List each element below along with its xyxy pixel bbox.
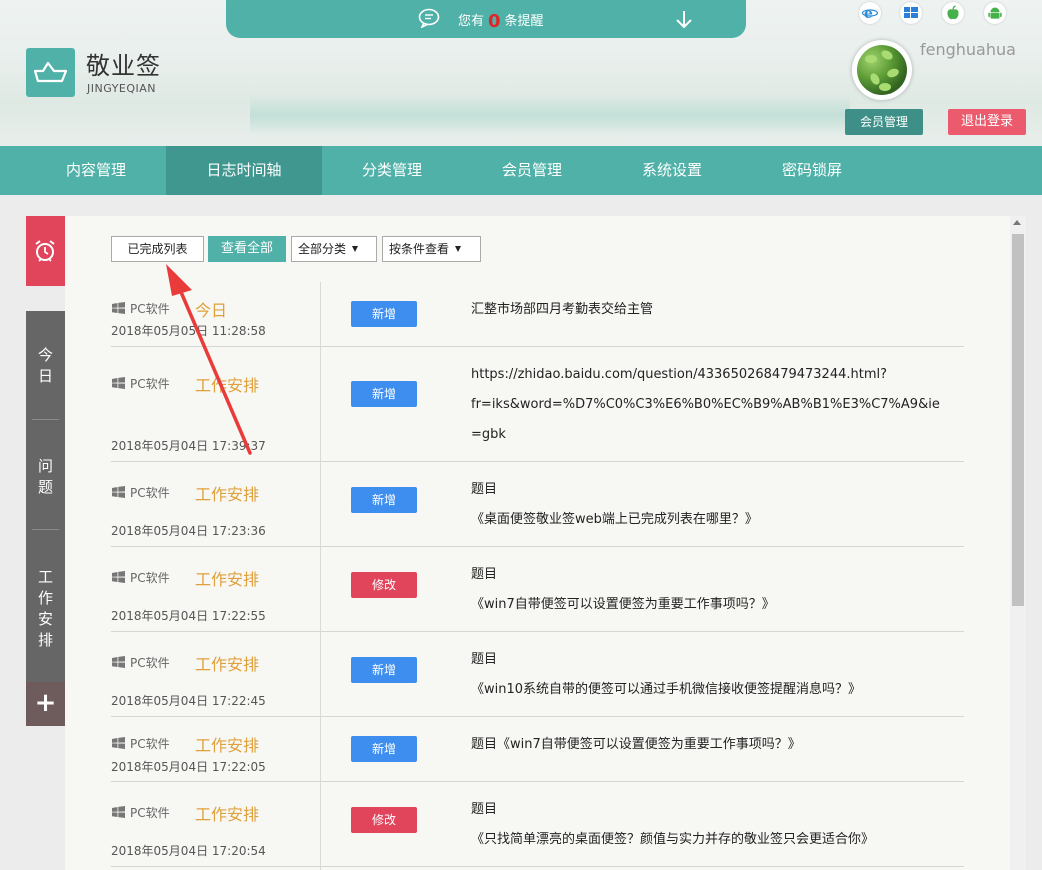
member-management-button[interactable]: 会员管理 [845,109,923,135]
entry-time: 2018年05月04日 17:22:55 [111,609,266,623]
side-tab-work-plan[interactable]: 工作安排 [26,567,65,651]
row-divider [111,461,964,462]
entry-content[interactable]: 题目 《win7自带便签可以设置便签为重要工作事项吗？》 [471,560,775,620]
nav-content-management[interactable]: 内容管理 [26,146,166,195]
brand-subtitle: JINGYEQIAN [87,82,157,95]
windows-icon [112,571,125,583]
logo-icon [33,61,68,83]
view-all-button[interactable]: 查看全部 [208,236,286,262]
alarm-tab[interactable] [26,216,65,286]
dropdown-caret-icon [455,246,462,252]
entry-category[interactable]: 工作安排 [195,372,259,396]
row-divider [111,346,964,347]
logout-button[interactable]: 退出登录 [948,109,1026,135]
entry-tag: 新增 [351,657,417,683]
side-tab-divider [32,419,59,420]
entry-tag: 修改 [351,572,417,598]
scrollbar-thumb[interactable] [1012,234,1024,606]
entry-tag: 新增 [351,381,417,407]
arrow-down-icon[interactable] [674,8,694,30]
entry-tag: 新增 [351,301,417,327]
side-tab-divider [32,529,59,530]
entry-source: PC软件 [111,654,170,671]
windows-icon [112,656,125,668]
nav-member-management[interactable]: 会员管理 [462,146,602,195]
main-nav: 内容管理 日志时间轴 分类管理 会员管理 系统设置 密码锁屏 [0,146,1042,195]
windows-icon [112,377,125,389]
entry-category[interactable]: 今日 [195,297,227,321]
entry-content[interactable]: 题目 《win10系统自带的便签可以通过手机微信接收便签提醒消息吗？》 [471,645,861,705]
entry-source: PC软件 [111,375,170,392]
entry-source: PC软件 [111,569,170,586]
windows-icon [112,302,125,314]
row-divider [111,716,964,717]
entry-time: 2018年05月04日 17:22:45 [111,694,266,708]
dropdown-caret-icon [352,246,359,252]
entry-category[interactable]: 工作安排 [195,481,259,505]
add-category-button[interactable]: + [26,682,65,726]
header-background [250,95,850,135]
svg-text:e: e [864,6,873,21]
scroll-up-arrow-icon[interactable] [1013,220,1021,225]
ie-icon[interactable]: e [859,2,881,24]
nav-log-timeline[interactable]: 日志时间轴 [166,146,322,195]
reminder-bar[interactable]: 您有 0 条提醒 [226,0,746,38]
android-icon[interactable] [984,2,1006,24]
row-divider [111,631,964,632]
entry-content[interactable]: 题目 《桌面便签敬业签web端上已完成列表在哪里？》 [471,475,758,535]
entry-content[interactable]: https://zhidao.baidu.com/question/433650… [471,360,940,450]
row-divider [111,546,964,547]
side-tabs: 今日 问题 工作安排 [26,311,65,682]
nav-password-lock[interactable]: 密码锁屏 [742,146,882,195]
windows-icon [112,806,125,818]
reminder-count: 0 [488,11,501,32]
category-select[interactable]: 全部分类 [291,236,377,262]
completed-list-button[interactable]: 已完成列表 [111,236,204,262]
nav-category-management[interactable]: 分类管理 [322,146,462,195]
entry-source: PC软件 [111,484,170,501]
entry-category[interactable]: 工作安排 [195,732,259,756]
header: 您有 0 条提醒 敬业签 JINGYEQIAN e fenghuahua 会员管理 … [0,0,1042,146]
entry-category[interactable]: 工作安排 [195,801,259,825]
entry-time: 2018年05月04日 17:23:36 [111,524,266,538]
alarm-clock-icon [35,240,55,262]
reminder-text: 您有 0 条提醒 [458,11,544,32]
side-tab-issues[interactable]: 问题 [26,456,65,498]
username: fenghuahua [920,40,1016,59]
entry-source: PC软件 [111,735,170,752]
scrollbar[interactable] [1010,216,1026,870]
entry-category[interactable]: 工作安排 [195,566,259,590]
windows-icon [112,737,125,749]
entry-time: 2018年05月04日 17:22:05 [111,760,266,774]
entry-time: 2018年05月04日 17:20:54 [111,844,266,858]
entry-tag: 新增 [351,736,417,762]
entry-time: 2018年05月05日 11:28:58 [111,324,266,338]
entry-tag: 新增 [351,487,417,513]
entry-content[interactable]: 汇整市场部四月考勤表交给主管 [471,295,653,325]
entry-category[interactable]: 工作安排 [195,651,259,675]
windows-icon[interactable] [900,2,922,24]
entry-time: 2018年05月04日 17:39:37 [111,439,266,453]
row-divider [111,866,964,867]
row-divider [111,781,964,782]
windows-icon [112,486,125,498]
entry-content[interactable]: 题目 《只找简单漂亮的桌面便签？颜值与实力并存的敬业签只会更适合你》 [471,795,874,855]
filter-select[interactable]: 按条件查看 [382,236,481,262]
brand-name: 敬业签 [86,52,161,80]
logo[interactable] [26,48,75,97]
entry-tag: 修改 [351,807,417,833]
nav-system-settings[interactable]: 系统设置 [602,146,742,195]
entry-source: PC软件 [111,300,170,317]
avatar[interactable] [852,40,912,100]
entry-source: PC软件 [111,804,170,821]
chat-bubble-icon [418,8,440,28]
side-tab-today[interactable]: 今日 [26,345,65,387]
apple-icon[interactable] [942,2,964,24]
entry-content[interactable]: 题目《win7自带便签可以设置便签为重要工作事项吗？》 [471,730,801,760]
